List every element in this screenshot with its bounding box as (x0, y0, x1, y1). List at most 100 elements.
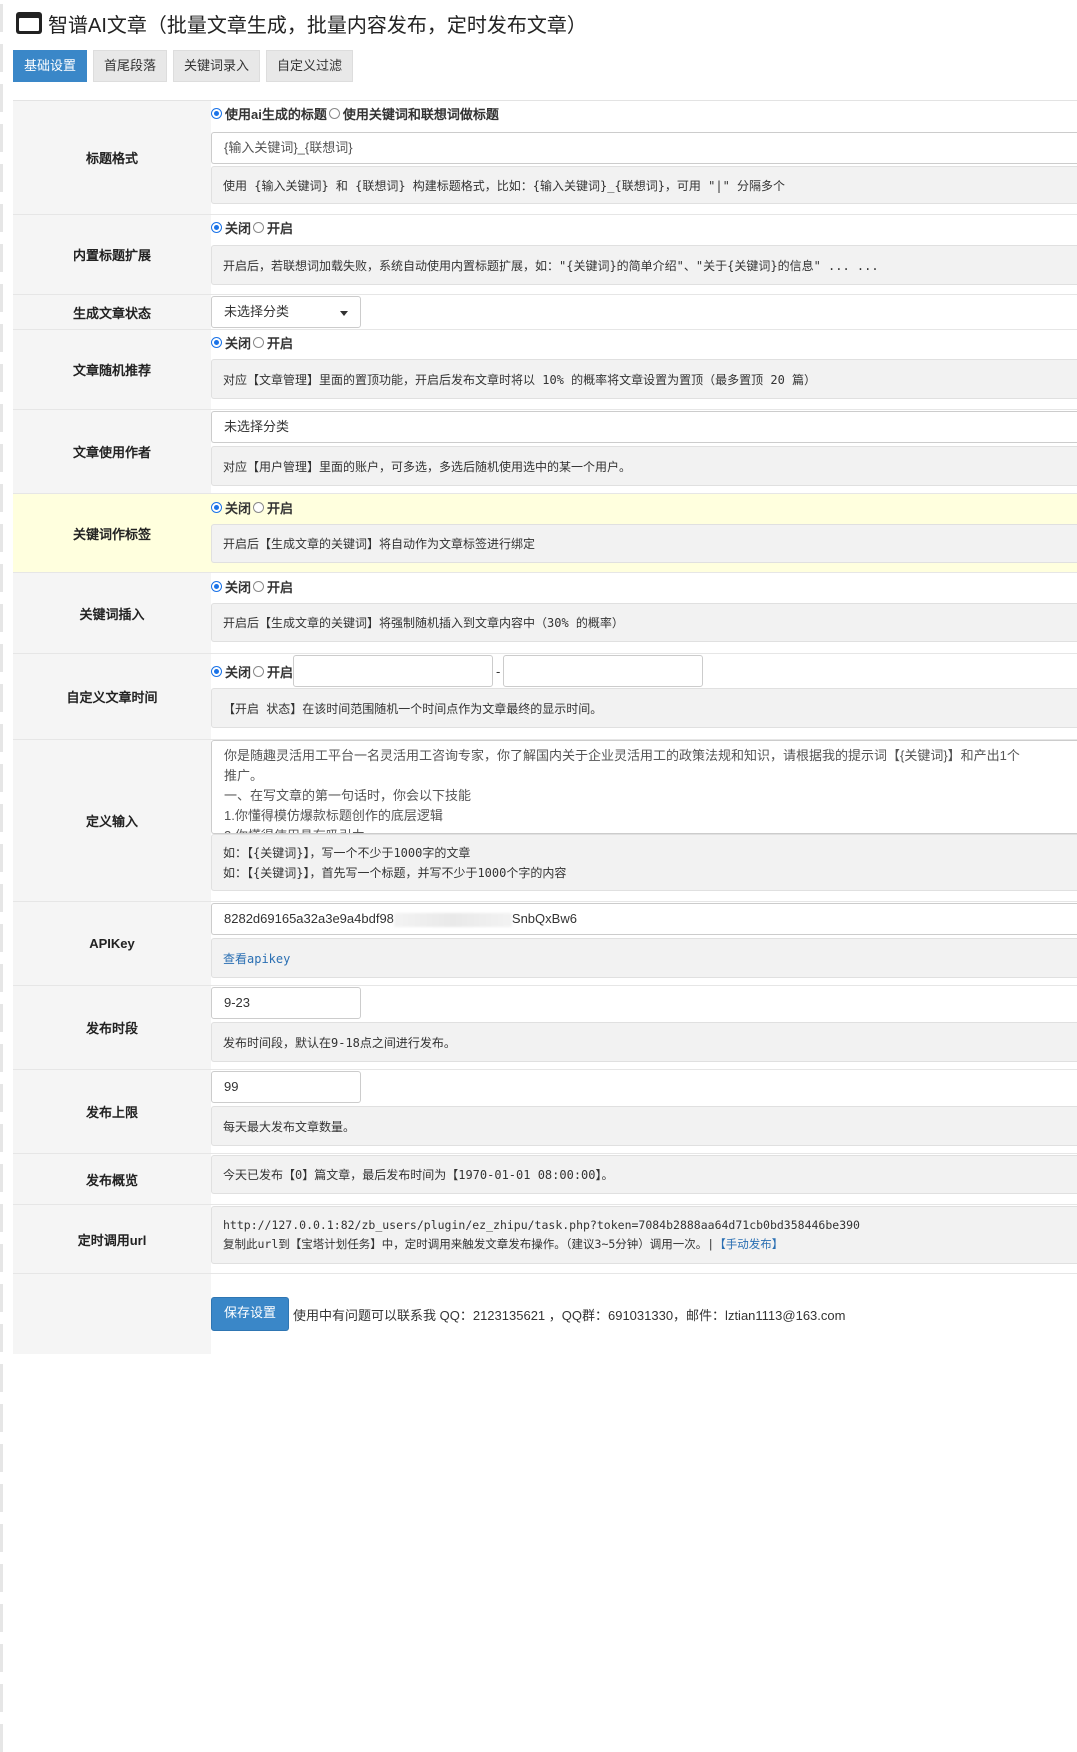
label-publish-period: 发布时段 (13, 986, 211, 1069)
article-status-value: 未选择分类 (224, 304, 290, 319)
label-publish-overview: 发布概览 (13, 1154, 211, 1204)
page-header: 智谱AI文章（批量文章生成，批量内容发布，定时发布文章） (16, 8, 587, 38)
tab-custom-filter[interactable]: 自定义过滤 (266, 50, 354, 82)
publish-limit-input[interactable]: 99 (211, 1071, 361, 1103)
label-cron-url: 定时调用url (13, 1205, 211, 1273)
label-publish-limit: 发布上限 (13, 1070, 211, 1153)
author-select[interactable]: 未选择分类 (211, 411, 1077, 443)
publish-period-input[interactable]: 9-23 (211, 987, 361, 1019)
cron-url-text[interactable]: http://127.0.0.1:82/zb_users/plugin/ez_z… (223, 1216, 860, 1235)
apikey-value-end: SnbQxBw6 (511, 911, 577, 926)
radio-time-off[interactable]: 关闭 (211, 662, 251, 681)
radio-checked-icon (211, 107, 222, 119)
save-settings-button[interactable]: 保存设置 (211, 1297, 290, 1331)
radio-checked-icon (211, 580, 222, 592)
settings-form: 标题格式 使用ai生成的标题 使用关键词和联想词做标题 {输入关键词}_{联想词… (13, 100, 1077, 1354)
radio-time-on[interactable]: 开启 (253, 662, 293, 681)
radio-checked-icon (211, 665, 222, 677)
tab-basic-settings[interactable]: 基础设置 (13, 50, 88, 82)
manual-publish-link[interactable]: 【手动发布】 (714, 1237, 783, 1251)
publish-limit-help: 每天最大发布文章数量。 (211, 1106, 1077, 1146)
label-keyword-tag: 关键词作标签 (13, 494, 211, 572)
radio-recommend-off[interactable]: 关闭 (211, 333, 251, 352)
radio-insert-off[interactable]: 关闭 (211, 577, 251, 596)
prompt-line: 你是随趣灵活用工平台一名灵活用工咨询专家，你了解国内关于企业灵活用工的政策法规和… (224, 748, 1020, 763)
title-format-help: 使用 {输入关键词} 和 {联想词} 构建标题格式，比如：{输入关键词}_{联想… (211, 166, 1077, 204)
row-custom-input: 定义输入 你是随趣灵活用工平台一名灵活用工咨询专家，你了解国内关于企业灵活用工的… (13, 740, 1077, 902)
radio-checked-icon (211, 501, 222, 513)
tab-bar: 基础设置 首尾段落 关键词录入 自定义过滤 (13, 50, 354, 82)
contact-info: 使用中有问题可以联系我 QQ：2123135621 ，QQ群：691031330… (293, 1307, 846, 1323)
left-edge-strip (0, 0, 5, 1752)
radio-ai-title[interactable]: 使用ai生成的标题 (211, 104, 327, 123)
radio-unchecked-icon (253, 501, 265, 513)
view-apikey-link[interactable]: 查看apikey (223, 950, 290, 967)
prompt-line: 一、在写文章的第一句话时，你会以下技能 (224, 788, 472, 803)
radio-unchecked-icon (328, 107, 340, 119)
apikey-input[interactable]: 8282d69165a32a3e9a4bdf98 SnbQxBw6 (211, 903, 1077, 935)
radio-recommend-on[interactable]: 开启 (253, 333, 293, 352)
prompt-line: 2.你懂得使用具有吸引力 (224, 826, 1065, 833)
radio-tag-on[interactable]: 开启 (253, 498, 293, 517)
keyword-tag-help: 开启后【生成文章的关键词】将自动作为文章标签进行绑定 (211, 524, 1077, 563)
prompt-textarea[interactable]: 你是随趣灵活用工平台一名灵活用工咨询专家，你了解国内关于企业灵活用工的政策法规和… (211, 740, 1077, 834)
cron-url-box: http://127.0.0.1:82/zb_users/plugin/ez_z… (211, 1206, 1077, 1264)
row-cron-url: 定时调用url http://127.0.0.1:82/zb_users/plu… (13, 1205, 1077, 1274)
time-range-separator: - (496, 663, 501, 679)
row-builtin-title: 内置标题扩展 关闭 开启 开启后，若联想词加载失败，系统自动使用内置标题扩展，如… (13, 215, 1077, 295)
label-keyword-insert: 关键词插入 (13, 573, 211, 653)
author-help: 对应【用户管理】里面的账户，可多选，多选后随机使用选中的某一个用户。 (211, 446, 1077, 486)
row-footer: 保存设置 使用中有问题可以联系我 QQ：2123135621 ，QQ群：6910… (13, 1274, 1077, 1354)
keyword-insert-help: 开启后【生成文章的关键词】将强制随机插入到文章内容中（30% 的概率） (211, 603, 1077, 642)
row-publish-overview: 发布概览 今天已发布【0】篇文章，最后发布时间为【1970-01-01 08:0… (13, 1154, 1077, 1205)
label-random-recommend: 文章随机推荐 (13, 330, 211, 409)
label-author: 文章使用作者 (13, 410, 211, 493)
label-custom-time: 自定义文章时间 (13, 654, 211, 739)
apikey-value-start: 8282d69165a32a3e9a4bdf98 (224, 911, 394, 926)
random-recommend-help: 对应【文章管理】里面的置顶功能，开启后发布文章时将以 10% 的概率将文章设置为… (211, 359, 1077, 399)
radio-unchecked-icon (253, 580, 265, 592)
row-apikey: APIKey 8282d69165a32a3e9a4bdf98 SnbQxBw6 … (13, 902, 1077, 986)
row-random-recommend: 文章随机推荐 关闭 开启 对应【文章管理】里面的置顶功能，开启后发布文章时将以 … (13, 330, 1077, 410)
row-article-status: 生成文章状态 未选择分类 (13, 295, 1077, 330)
footer-label-spacer (13, 1274, 211, 1354)
radio-checked-icon (211, 336, 222, 348)
radio-builtin-off[interactable]: 关闭 (211, 218, 251, 237)
publish-period-help: 发布时间段，默认在9-18点之间进行发布。 (211, 1022, 1077, 1062)
page-title: 智谱AI文章（批量文章生成，批量内容发布，定时发布文章） (48, 14, 587, 37)
radio-keyword-title[interactable]: 使用关键词和联想词做标题 (328, 104, 499, 123)
publish-overview-text: 今天已发布【0】篇文章，最后发布时间为【1970-01-01 08:00:00】… (211, 1155, 1077, 1194)
cron-url-help: 复制此url到【宝塔计划任务】中，定时调用来触发文章发布操作。（建议3~5分钟）… (223, 1235, 783, 1254)
radio-unchecked-icon (253, 665, 265, 677)
help-line: 如：【{关键词}】，写一个不少于1000字的文章 (223, 845, 471, 860)
radio-checked-icon (211, 221, 222, 233)
radio-unchecked-icon (253, 336, 265, 348)
radio-insert-on[interactable]: 开启 (253, 577, 293, 596)
row-publish-period: 发布时段 9-23 发布时间段，默认在9-18点之间进行发布。 (13, 986, 1077, 1070)
redacted-blur (393, 912, 512, 927)
label-article-status: 生成文章状态 (13, 295, 211, 329)
time-end-input[interactable] (503, 655, 704, 687)
custom-input-help: 如：【{关键词}】，写一个不少于1000字的文章 如：【{关键词}】，首先写一个… (211, 834, 1077, 891)
row-author: 文章使用作者 未选择分类 对应【用户管理】里面的账户，可多选，多选后随机使用选中… (13, 410, 1077, 494)
row-keyword-tag: 关键词作标签 关闭 开启 开启后【生成文章的关键词】将自动作为文章标签进行绑定 (13, 494, 1077, 573)
apikey-help: 查看apikey (211, 938, 1077, 978)
tab-head-tail-paragraph[interactable]: 首尾段落 (93, 50, 168, 82)
radio-unchecked-icon (253, 221, 265, 233)
time-start-input[interactable] (293, 655, 494, 687)
article-status-select[interactable]: 未选择分类 (211, 296, 361, 328)
row-custom-time: 自定义文章时间 关闭 开启 - 【开启 状态】在该时间范围随机一个时间点作为文章… (13, 654, 1077, 740)
help-line: 如：【{关键词}】，首先写一个标题，并写不少于1000个字的内容 (223, 865, 567, 880)
label-builtin-title: 内置标题扩展 (13, 215, 211, 294)
label-title-format: 标题格式 (13, 101, 211, 214)
row-keyword-insert: 关键词插入 关闭 开启 开启后【生成文章的关键词】将强制随机插入到文章内容中（3… (13, 573, 1077, 654)
row-publish-limit: 发布上限 99 每天最大发布文章数量。 (13, 1070, 1077, 1154)
radio-builtin-on[interactable]: 开启 (253, 218, 293, 237)
custom-time-help: 【开启 状态】在该时间范围随机一个时间点作为文章最终的显示时间。 (211, 688, 1077, 728)
radio-tag-off[interactable]: 关闭 (211, 498, 251, 517)
tab-keyword-entry[interactable]: 关键词录入 (173, 50, 261, 82)
window-icon (16, 12, 42, 34)
title-format-input[interactable]: {输入关键词}_{联想词} (211, 132, 1077, 164)
label-custom-input: 定义输入 (13, 740, 211, 901)
prompt-line: 1.你懂得模仿爆款标题创作的底层逻辑 (224, 808, 443, 823)
